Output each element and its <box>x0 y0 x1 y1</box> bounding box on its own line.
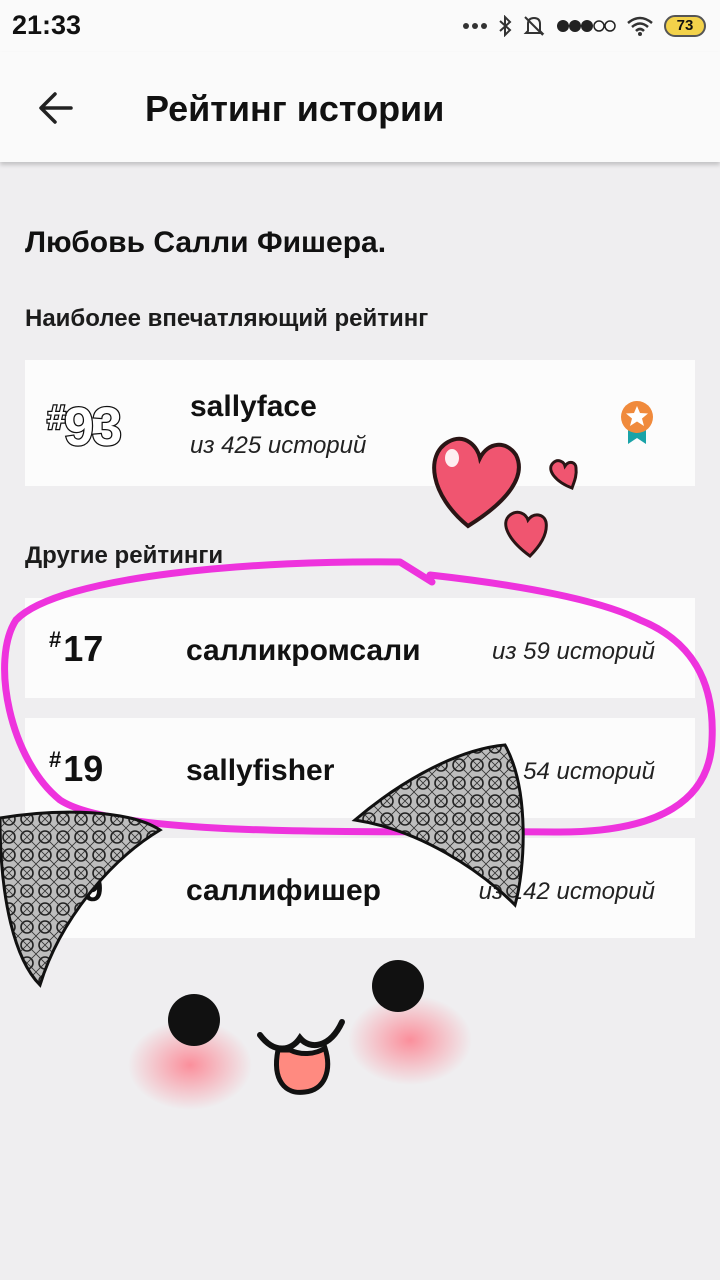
status-icons: 73 <box>462 14 706 38</box>
rating-tag: sallyfisher <box>186 754 335 787</box>
rating-rank: #19 <box>49 747 104 789</box>
best-tag: sallyface <box>190 390 317 423</box>
bluetooth-icon <box>499 15 512 37</box>
best-rating-heading: Наиболее впечатляющий рейтинг <box>25 305 429 332</box>
cute-face-sticker <box>128 960 472 1110</box>
rating-row[interactable]: #59 саллифишер из 142 историй <box>25 838 695 938</box>
rating-count: из 54 историй <box>492 758 655 785</box>
status-time: 21:33 <box>12 10 82 40</box>
mute-icon <box>523 16 545 36</box>
medal-icon <box>621 401 653 444</box>
best-rank: #93 <box>46 396 123 459</box>
signal-icon <box>557 20 616 32</box>
rating-row[interactable]: #17 салликромсали из 59 историй <box>25 598 695 698</box>
rating-rank: #17 <box>49 627 104 669</box>
rating-rank: #59 <box>49 867 104 909</box>
battery-icon: 73 <box>664 15 706 37</box>
rating-row[interactable]: #19 sallyfisher из 54 историй <box>25 718 695 818</box>
rating-count: из 142 историй <box>478 878 655 905</box>
status-bar: 21:33 73 <box>0 0 720 52</box>
page-title: Рейтинг истории <box>145 88 445 129</box>
other-ratings-heading: Другие рейтинги <box>25 542 224 569</box>
back-button[interactable] <box>26 80 86 136</box>
best-rating-card[interactable]: #93 sallyface из 425 историй <box>25 360 695 486</box>
wifi-icon <box>627 16 653 36</box>
best-count: из 425 историй <box>190 432 367 459</box>
rating-tag: салликромсали <box>186 634 421 667</box>
rating-count: из 59 историй <box>492 638 655 665</box>
rating-tag: саллифишер <box>186 874 381 907</box>
more-dots-icon <box>463 23 487 29</box>
arrow-left-icon <box>39 92 73 124</box>
app-bar: Рейтинг истории <box>0 52 720 162</box>
story-title: Любовь Салли Фишера. <box>25 226 387 259</box>
